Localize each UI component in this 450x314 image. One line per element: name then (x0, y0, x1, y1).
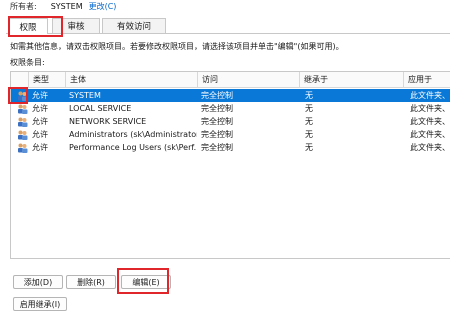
add-button[interactable]: 添加(D) (13, 275, 63, 289)
row-access: 完全控制 (201, 117, 233, 126)
table-row[interactable]: 允许 Administrators (sk\Administrator... 完… (11, 128, 450, 141)
row-applies-to: 此文件夹、子 (410, 117, 450, 126)
table-row[interactable]: 允许 NETWORK SERVICE 完全控制 无 此文件夹、子 (11, 115, 450, 128)
row-principal: Administrators (sk\Administrator... (69, 130, 197, 139)
user-group-icon (18, 117, 28, 127)
table-row[interactable]: 允许 Performance Log Users (sk\Perf... 完全控… (11, 141, 450, 154)
row-inherited-from: 无 (305, 104, 313, 113)
row-access: 完全控制 (201, 91, 233, 100)
row-applies-to: 此文件夹、子 (410, 91, 450, 100)
row-type: 允许 (32, 130, 48, 139)
row-principal: LOCAL SERVICE (69, 104, 132, 113)
row-applies-to: 此文件夹、子 (410, 143, 450, 152)
row-applies-to: 此文件夹、子 (410, 104, 450, 113)
change-owner-link[interactable]: 更改(C) (89, 1, 117, 12)
row-principal: NETWORK SERVICE (69, 117, 147, 126)
row-principal: Performance Log Users (sk\Perf... (69, 143, 197, 152)
edit-highlight-box (117, 268, 169, 294)
owner-row: 所有者: SYSTEM 更改(C) (10, 0, 116, 12)
row-inherited-from: 无 (305, 130, 313, 139)
tab-auditing-label: 审核 (67, 22, 85, 32)
user-group-icon (18, 104, 28, 114)
column-header-applies-to[interactable]: 应用于 (403, 72, 450, 87)
table-row[interactable]: 允许 LOCAL SERVICE 完全控制 无 此文件夹、子 (11, 102, 450, 115)
row-principal: SYSTEM (69, 91, 101, 100)
tab-effective-access-label: 有效访问 (116, 22, 151, 32)
instruction-text: 如需其他信息，请双击权限项目。若要修改权限项目，请选择该项目并单击"编辑"(如果… (10, 42, 344, 51)
table-row[interactable]: 允许 SYSTEM 完全控制 无 此文件夹、子 (11, 89, 450, 102)
user-group-icon (18, 130, 28, 140)
row-applies-to: 此文件夹、子 (410, 130, 450, 139)
column-header-inherited-from[interactable]: 继承于 (299, 72, 403, 87)
user-group-icon (18, 143, 28, 153)
row-highlight-box (8, 87, 28, 104)
entries-label: 权限条目: (10, 58, 45, 67)
row-type: 允许 (32, 117, 48, 126)
row-access: 完全控制 (201, 143, 233, 152)
row-access: 完全控制 (201, 130, 233, 139)
permission-entries-list[interactable]: 类型 主体 访问 继承于 应用于 允许 SYSTEM 完全控制 无 此文件夹、子… (10, 71, 450, 259)
remove-button[interactable]: 删除(R) (66, 275, 116, 289)
row-type: 允许 (32, 104, 48, 113)
column-header-principal[interactable]: 主体 (65, 72, 197, 87)
tab-bar: 权限 审核 有效访问 (6, 17, 450, 34)
column-header-access[interactable]: 访问 (197, 72, 299, 87)
enable-inheritance-button[interactable]: 启用继承(I) (13, 297, 67, 311)
column-header-icon (11, 72, 28, 87)
owner-value: SYSTEM (50, 1, 83, 11)
column-header-type[interactable]: 类型 (28, 72, 65, 87)
tab-effective-access[interactable]: 有效访问 (102, 18, 166, 33)
tab-highlight-box (8, 16, 63, 37)
row-inherited-from: 无 (305, 91, 313, 100)
row-access: 完全控制 (201, 104, 233, 113)
row-type: 允许 (32, 143, 48, 152)
list-header: 类型 主体 访问 继承于 应用于 (11, 72, 450, 88)
tab-divider (6, 33, 450, 34)
row-inherited-from: 无 (305, 143, 313, 152)
owner-label: 所有者: (10, 1, 37, 11)
row-type: 允许 (32, 91, 48, 100)
row-inherited-from: 无 (305, 117, 313, 126)
